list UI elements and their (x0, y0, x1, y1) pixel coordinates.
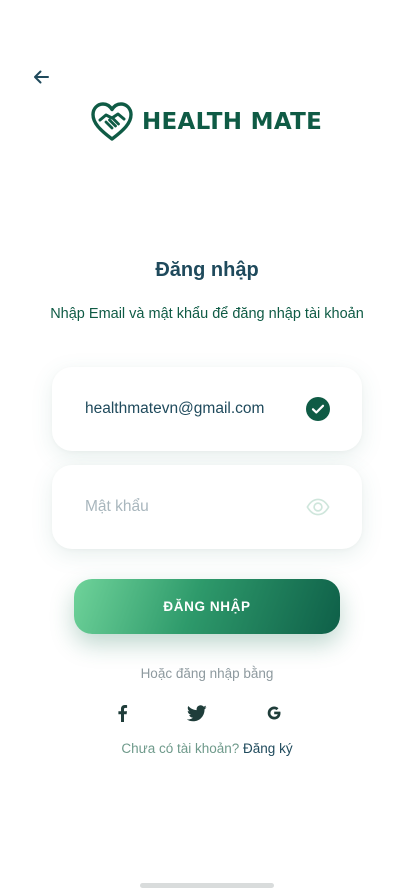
google-icon (267, 706, 281, 720)
login-screen: HEALTH MATE Đăng nhập Nhập Email và mật … (0, 0, 414, 896)
email-valid-badge (306, 397, 330, 421)
password-field (52, 465, 362, 549)
signup-row: Chưa có tài khoản? Đăng ký (0, 741, 414, 756)
app-logo: HEALTH MATE (90, 100, 322, 144)
social-login-label: Hoặc đăng nhập bằng (140, 666, 274, 681)
home-indicator (140, 883, 274, 888)
password-visibility-toggle[interactable] (306, 495, 330, 519)
page-title: Đăng nhập (155, 259, 259, 281)
signup-prompt: Chưa có tài khoản? (121, 741, 240, 756)
check-circle-icon (306, 397, 330, 421)
facebook-login-button[interactable] (110, 701, 134, 725)
back-button[interactable] (28, 64, 54, 90)
email-field (52, 367, 362, 451)
email-input[interactable] (85, 367, 305, 451)
twitter-login-button[interactable] (185, 701, 209, 725)
heart-handshake-icon (91, 102, 133, 141)
password-input[interactable] (85, 465, 305, 549)
google-login-button[interactable] (262, 701, 286, 725)
signup-link[interactable]: Đăng ký (243, 741, 293, 756)
facebook-icon (118, 705, 128, 722)
twitter-icon (187, 704, 207, 721)
arrow-left-icon (34, 70, 49, 84)
page-subtitle: Nhập Email và mật khẩu để đăng nhập tài … (50, 306, 364, 322)
login-button[interactable]: ĐĂNG NHẬP (74, 579, 340, 634)
logo-text: HEALTH MATE (142, 109, 323, 135)
eye-icon (306, 498, 330, 516)
